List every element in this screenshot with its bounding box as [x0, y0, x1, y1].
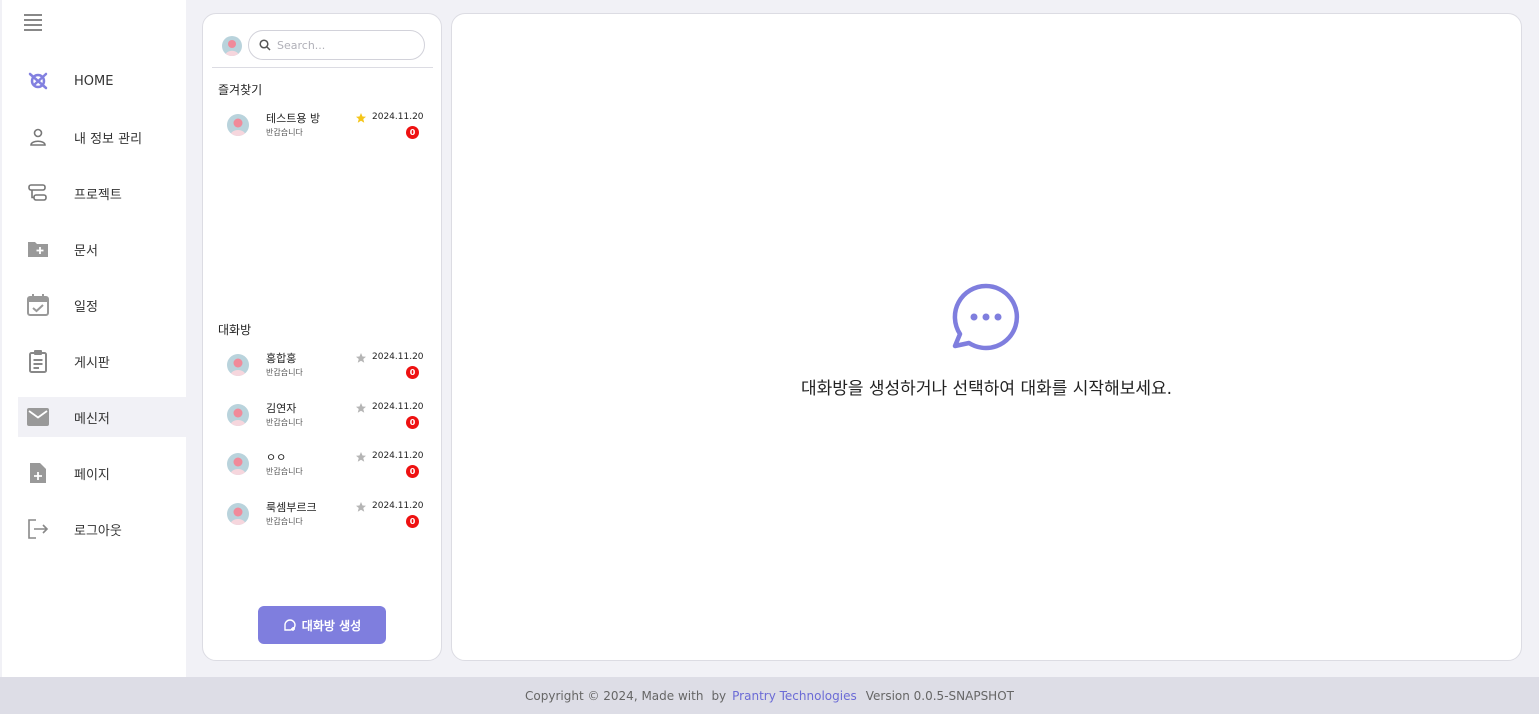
sidebar-item-label: 문서: [74, 243, 98, 259]
sidebar-item-label: 내 정보 관리: [74, 131, 143, 147]
avatar: [227, 453, 249, 475]
empty-state-message: 대화방을 생성하거나 선택하여 대화를 시작해보세요.: [800, 379, 1173, 399]
menu-icon[interactable]: [24, 14, 42, 31]
room-last-message: 반갑습니다: [266, 467, 303, 476]
sidebar-item-label: HOME: [74, 73, 114, 89]
footer-version: Version 0.0.5-SNAPSHOT: [865, 688, 1014, 703]
room-name: 룩셈부르크: [266, 501, 317, 514]
logout-icon: [26, 517, 50, 541]
chat-main-panel: 대화방을 생성하거나 선택하여 대화를 시작해보세요.: [451, 13, 1522, 661]
chat-bubble-icon: [952, 283, 1020, 351]
footer-company-link[interactable]: Prantry Technologies: [732, 689, 857, 703]
sidebar-item-messenger[interactable]: 메신저: [18, 397, 186, 437]
unread-badge: 0: [406, 465, 419, 478]
room-last-message: 반갑습니다: [266, 128, 303, 137]
sidebar-item-schedule[interactable]: 일정: [18, 285, 186, 325]
sidebar-item-label: 로그아웃: [74, 523, 122, 539]
calendar-check-icon: [26, 293, 50, 317]
footer-by: by: [711, 688, 727, 703]
room-date: 2024.11.20: [372, 451, 424, 461]
project-icon: [26, 181, 50, 205]
create-room-button[interactable]: 대화방 생성: [258, 606, 386, 644]
footer: Copyright © 2024, Made with by Prantry T…: [0, 677, 1539, 714]
chat-add-icon: [283, 618, 297, 632]
sidebar-item-logout[interactable]: 로그아웃: [18, 509, 186, 549]
folder-add-icon: [26, 237, 50, 261]
unread-badge: 0: [406, 126, 419, 139]
unread-badge: 0: [406, 416, 419, 429]
mail-icon: [26, 405, 50, 429]
star-icon[interactable]: [355, 501, 367, 513]
room-item[interactable]: ㅇㅇ 반갑습니다 2024.11.20 0: [227, 449, 424, 483]
search-box[interactable]: [248, 30, 425, 60]
user-icon: [26, 125, 50, 149]
star-icon[interactable]: [355, 402, 367, 414]
divider: [212, 67, 433, 68]
home-logo-icon: [26, 69, 50, 93]
avatar: [227, 503, 249, 525]
room-name: ㅇㅇ: [266, 451, 287, 464]
sidebar-item-profile[interactable]: 내 정보 관리: [18, 117, 186, 157]
avatar: [227, 114, 249, 136]
sidebar-item-project[interactable]: 프로젝트: [18, 173, 186, 213]
search-icon: [259, 39, 271, 51]
room-name: 홍합홍: [266, 352, 297, 365]
sidebar-item-label: 페이지: [74, 467, 110, 483]
room-item[interactable]: 김연자 반갑습니다 2024.11.20 0: [227, 400, 424, 434]
sidebar: HOME 내 정보 관리 프로젝트 문서 일정 게시판 메신저 페이지 로그아웃: [2, 0, 186, 677]
footer-copyright: Copyright © 2024, Made with: [525, 688, 704, 703]
sidebar-item-page[interactable]: 페이지: [18, 453, 186, 493]
avatar: [227, 404, 249, 426]
star-icon[interactable]: [355, 451, 367, 463]
room-item[interactable]: 룩셈부르크 반갑습니다 2024.11.20 0: [227, 499, 424, 533]
room-date: 2024.11.20: [372, 352, 424, 362]
favorite-room-item[interactable]: 테스트용 방 반갑습니다 2024.11.20 0: [227, 110, 424, 144]
create-room-label: 대화방 생성: [301, 618, 362, 633]
room-item[interactable]: 홍합홍 반갑습니다 2024.11.20 0: [227, 350, 424, 384]
sidebar-item-label: 프로젝트: [74, 187, 122, 203]
sidebar-item-board[interactable]: 게시판: [18, 341, 186, 381]
room-name: 테스트용 방: [266, 112, 321, 125]
sidebar-item-label: 게시판: [74, 355, 110, 371]
room-last-message: 반갑습니다: [266, 418, 303, 427]
room-name: 김연자: [266, 402, 297, 415]
room-date: 2024.11.20: [372, 501, 424, 511]
file-add-icon: [26, 461, 50, 485]
room-last-message: 반갑습니다: [266, 368, 303, 377]
unread-badge: 0: [406, 515, 419, 528]
clipboard-icon: [26, 349, 50, 373]
star-icon[interactable]: [355, 112, 367, 124]
room-date: 2024.11.20: [372, 402, 424, 412]
room-last-message: 반갑습니다: [266, 517, 303, 526]
rooms-title: 대화방: [218, 323, 252, 337]
avatar[interactable]: [222, 36, 242, 56]
room-date: 2024.11.20: [372, 112, 424, 122]
star-icon[interactable]: [355, 352, 367, 364]
avatar: [227, 354, 249, 376]
chat-list-panel: 즐겨찾기 테스트용 방 반갑습니다 2024.11.20 0 대화방 홍합홍 반…: [202, 13, 442, 661]
search-input[interactable]: [277, 38, 407, 52]
unread-badge: 0: [406, 366, 419, 379]
sidebar-item-home[interactable]: HOME: [18, 61, 186, 101]
sidebar-item-label: 메신저: [74, 411, 110, 427]
favorites-title: 즐겨찾기: [218, 83, 263, 97]
sidebar-item-label: 일정: [74, 299, 98, 315]
sidebar-item-documents[interactable]: 문서: [18, 229, 186, 269]
